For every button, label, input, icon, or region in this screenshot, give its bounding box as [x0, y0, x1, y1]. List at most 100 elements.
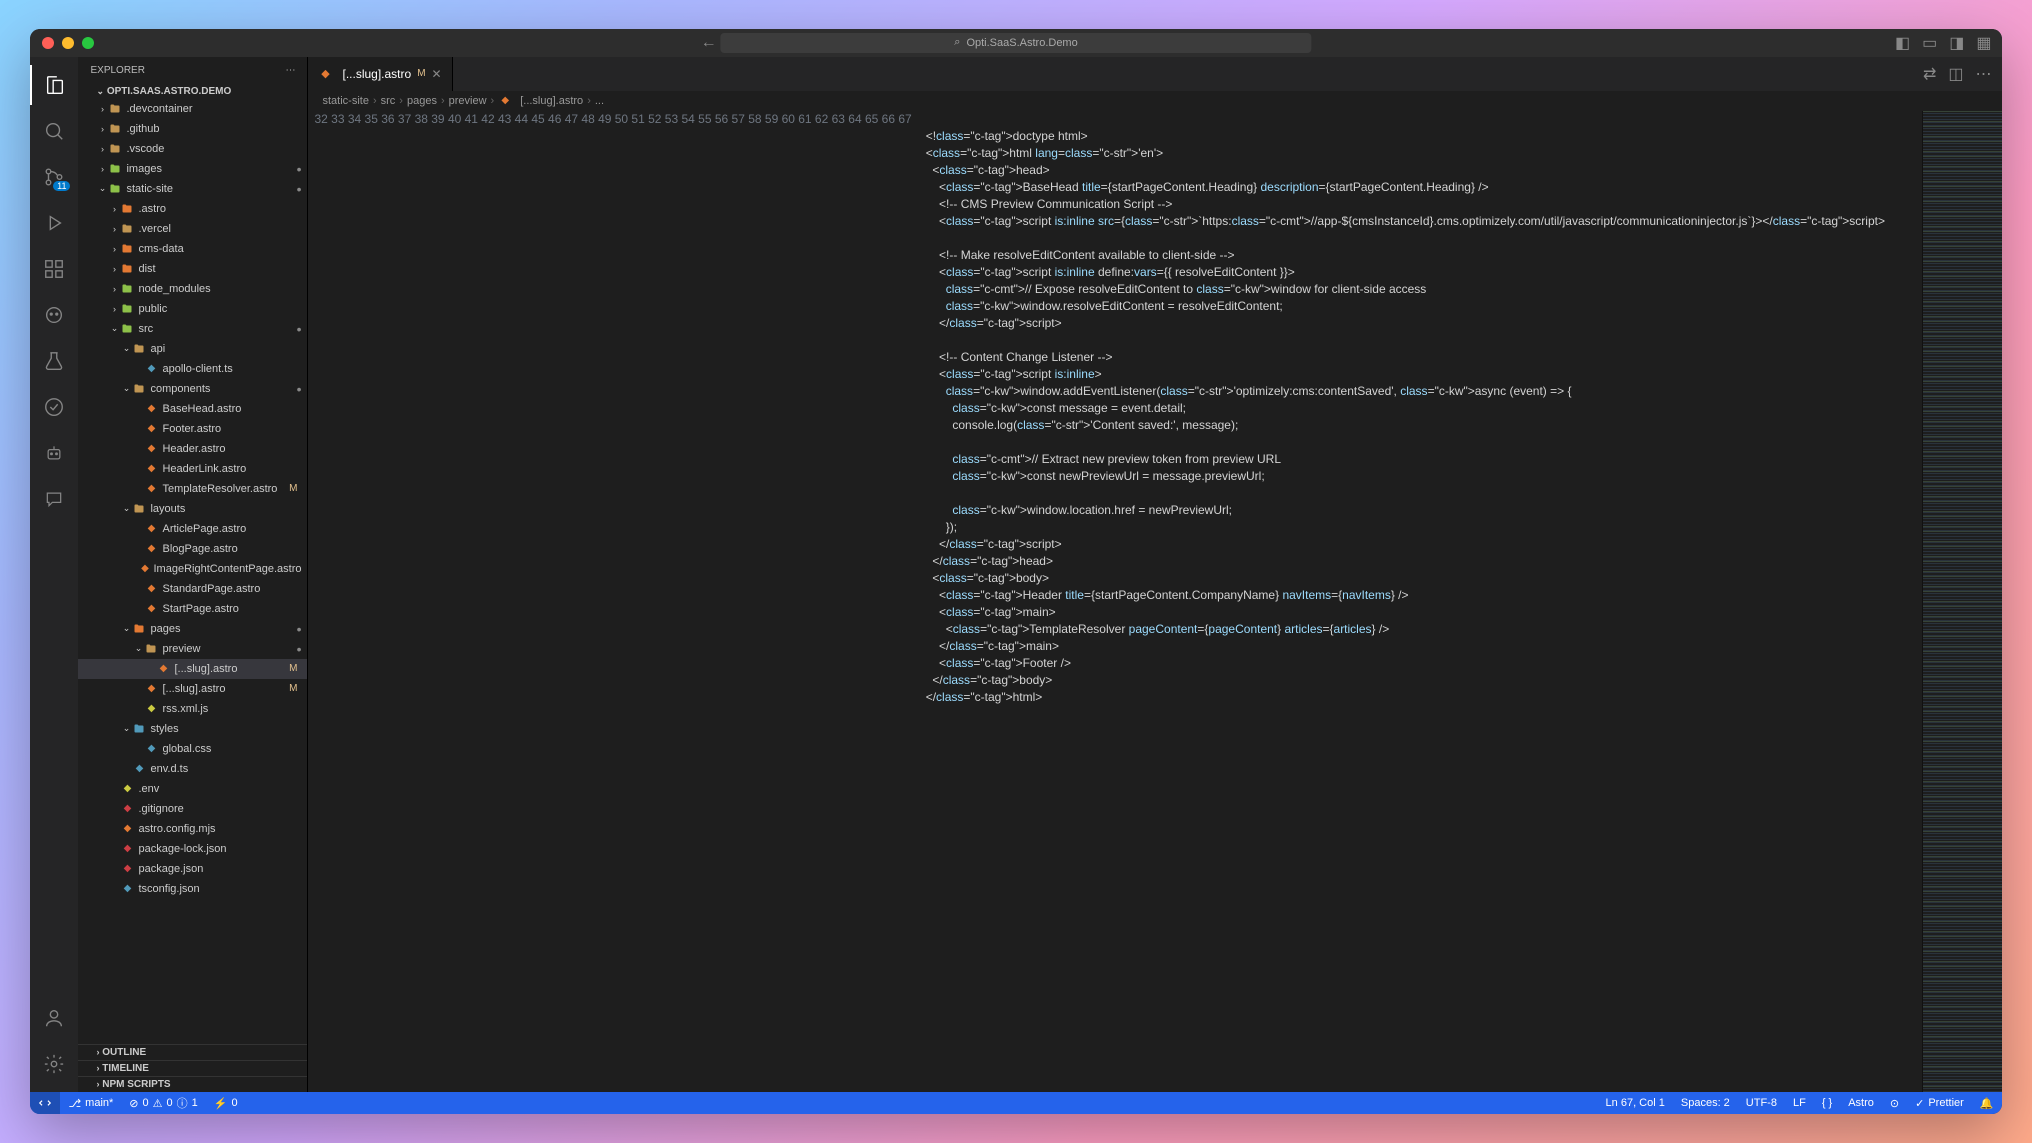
toggle-primary-sidebar-icon[interactable]: ◧ — [1895, 33, 1910, 53]
tree-item[interactable]: ◆astro.config.mjs — [78, 819, 307, 839]
compare-changes-icon[interactable]: ⇄ — [1923, 64, 1936, 84]
encoding[interactable]: UTF-8 — [1738, 1097, 1785, 1109]
remote-indicator[interactable] — [30, 1092, 60, 1114]
tree-item[interactable]: ›node_modules — [78, 279, 307, 299]
more-actions-icon[interactable]: ⋯ — [1976, 64, 1992, 84]
layout-controls: ◧ ▭ ◨ ▦ — [1895, 33, 1992, 53]
notifications-icon[interactable]: 🔔 — [1972, 1097, 2002, 1110]
zoom-window[interactable] — [82, 37, 94, 49]
search-icon-activity[interactable] — [30, 111, 78, 151]
tree-item[interactable]: ◆[...slug].astroM — [78, 679, 307, 699]
tree-item[interactable]: ›public — [78, 299, 307, 319]
source-control-icon[interactable]: 11 — [30, 157, 78, 197]
run-debug-icon[interactable] — [30, 203, 78, 243]
settings-gear-icon[interactable] — [30, 1044, 78, 1084]
line-gutter: 32 33 34 35 36 37 38 39 40 41 42 43 44 4… — [308, 111, 925, 1093]
tree-item[interactable]: ◆.gitignore — [78, 799, 307, 819]
tree-item[interactable]: ⌄styles — [78, 719, 307, 739]
tree-item[interactable]: ›dist — [78, 259, 307, 279]
close-window[interactable] — [42, 37, 54, 49]
testing-icon[interactable] — [30, 341, 78, 381]
tree-item[interactable]: ◆StartPage.astro — [78, 599, 307, 619]
tree-item[interactable]: ›.devcontainer — [78, 99, 307, 119]
tree-item[interactable]: ◆ArticlePage.astro — [78, 519, 307, 539]
tree-item[interactable]: ›cms-data — [78, 239, 307, 259]
branch-status[interactable]: ⎇ main* — [60, 1092, 121, 1114]
breadcrumb-item[interactable]: [...slug].astro — [520, 95, 583, 107]
customize-layout-icon[interactable]: ▦ — [1976, 33, 1991, 53]
breadcrumb[interactable]: static-site›src›pages›preview›◆ [...slug… — [308, 91, 2001, 111]
editor[interactable]: 32 33 34 35 36 37 38 39 40 41 42 43 44 4… — [308, 111, 1921, 1093]
outline-section[interactable]: › OUTLINE — [78, 1044, 307, 1060]
tree-item[interactable]: ◆apollo-client.ts — [78, 359, 307, 379]
tree-item[interactable]: ◆global.css — [78, 739, 307, 759]
code-content[interactable]: <!class="c-tag">doctype html> <class="c-… — [926, 111, 1922, 1093]
project-name[interactable]: ⌄ OPTI.SAAS.ASTRO.DEMO — [78, 84, 307, 99]
brackets-icon[interactable]: { } — [1814, 1097, 1840, 1109]
nav-back[interactable]: ← — [701, 34, 717, 52]
problems-status[interactable]: ⊘ 0 ⚠ 0 ⓘ 1 — [121, 1092, 205, 1114]
tree-item[interactable]: ◆StandardPage.astro — [78, 579, 307, 599]
explorer-icon[interactable] — [30, 65, 78, 105]
tree-item[interactable]: ◆BlogPage.astro — [78, 539, 307, 559]
tree-item[interactable]: ◆tsconfig.json — [78, 879, 307, 899]
tree-item[interactable]: ◆rss.xml.js — [78, 699, 307, 719]
tree-item[interactable]: ⌄api — [78, 339, 307, 359]
sidebar-more-icon[interactable]: ⋯ — [285, 65, 295, 76]
language-mode[interactable]: Astro — [1840, 1097, 1882, 1109]
tree-item[interactable]: ⌄pages• — [78, 619, 307, 639]
tree-label: apollo-client.ts — [162, 363, 301, 375]
toggle-panel-icon[interactable]: ▭ — [1922, 33, 1937, 53]
command-center[interactable]: ⌕ Opti.SaaS.Astro.Demo — [720, 33, 1311, 53]
extensions-icon[interactable] — [30, 249, 78, 289]
breadcrumb-item[interactable]: ... — [595, 95, 604, 107]
prettier-status[interactable]: ✓ Prettier — [1907, 1097, 1972, 1110]
tree-item[interactable]: ◆Header.astro — [78, 439, 307, 459]
minimize-window[interactable] — [62, 37, 74, 49]
timeline-section[interactable]: › TIMELINE — [78, 1060, 307, 1076]
dirty-dot: • — [297, 381, 302, 397]
tree-item[interactable]: ◆package.json — [78, 859, 307, 879]
tree-item[interactable]: ◆TemplateResolver.astroM — [78, 479, 307, 499]
ports-status[interactable]: ⚡ 0 — [206, 1092, 246, 1114]
tree-item[interactable]: ⌄preview• — [78, 639, 307, 659]
robot-icon[interactable] — [30, 433, 78, 473]
tree-item[interactable]: ›.vscode — [78, 139, 307, 159]
tree-item[interactable]: ⌄static-site• — [78, 179, 307, 199]
eol[interactable]: LF — [1785, 1097, 1814, 1109]
accounts-icon[interactable] — [30, 998, 78, 1038]
breadcrumb-item[interactable]: pages — [407, 95, 437, 107]
tree-item[interactable]: ◆.env — [78, 779, 307, 799]
copilot-icon[interactable] — [30, 295, 78, 335]
tree-item[interactable]: ◆Footer.astro — [78, 419, 307, 439]
close-icon[interactable]: ✕ — [432, 67, 442, 81]
split-editor-icon[interactable]: ◫ — [1948, 64, 1963, 84]
tree-item[interactable]: ◆[...slug].astroM — [78, 659, 307, 679]
tab-active[interactable]: ◆ [...slug].astro M ✕ — [308, 57, 452, 91]
minimap[interactable] — [1922, 111, 2002, 1093]
tree-item[interactable]: ›.astro — [78, 199, 307, 219]
tree-item[interactable]: ⌄layouts — [78, 499, 307, 519]
tree-item[interactable]: ›images• — [78, 159, 307, 179]
copilot-status-icon[interactable]: ⊙ — [1882, 1097, 1907, 1110]
breadcrumb-item[interactable]: src — [381, 95, 396, 107]
tree-item[interactable]: ◆env.d.ts — [78, 759, 307, 779]
cursor-position[interactable]: Ln 67, Col 1 — [1598, 1097, 1673, 1109]
tree-item[interactable]: ⌄components• — [78, 379, 307, 399]
tree-item[interactable]: ◆ImageRightContentPage.astro — [78, 559, 307, 579]
astro-file-icon: ◆ — [498, 95, 512, 106]
breadcrumb-item[interactable]: preview — [449, 95, 487, 107]
tree-item[interactable]: ›.vercel — [78, 219, 307, 239]
tree-item[interactable]: ◆HeaderLink.astro — [78, 459, 307, 479]
tree-item[interactable]: ⌄src• — [78, 319, 307, 339]
comment-icon[interactable] — [30, 479, 78, 519]
tree-item[interactable]: ◆BaseHead.astro — [78, 399, 307, 419]
toggle-secondary-sidebar-icon[interactable]: ◨ — [1949, 33, 1964, 53]
accounts-check-icon[interactable] — [30, 387, 78, 427]
tree-label: public — [138, 303, 301, 315]
tree-item[interactable]: ›.github — [78, 119, 307, 139]
breadcrumb-item[interactable]: static-site — [322, 95, 368, 107]
tree-item[interactable]: ◆package-lock.json — [78, 839, 307, 859]
npm-section[interactable]: › NPM SCRIPTS — [78, 1076, 307, 1092]
indentation[interactable]: Spaces: 2 — [1673, 1097, 1738, 1109]
